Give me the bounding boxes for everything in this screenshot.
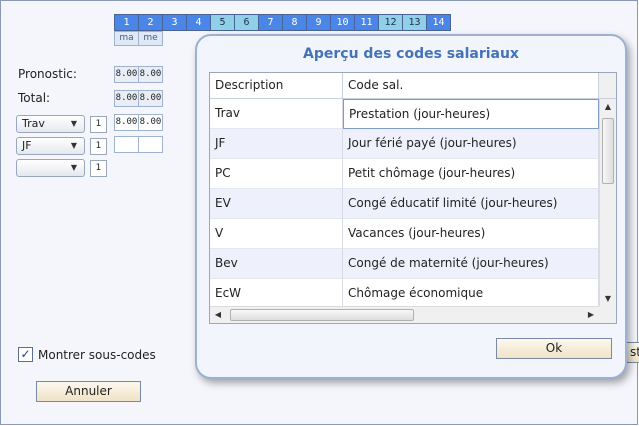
- code-cell: Congé éducatif limité (jour-heures): [343, 189, 599, 219]
- table-row[interactable]: Bev Congé de maternité (jour-heures): [210, 249, 599, 279]
- table-row[interactable]: EV Congé éducatif limité (jour-heures): [210, 189, 599, 219]
- show-subcodes-option[interactable]: ✓ Montrer sous-codes: [18, 347, 156, 362]
- total-value: 8.00: [114, 90, 139, 107]
- day-header-cell: 3: [162, 14, 187, 31]
- code-select-value: JF: [22, 139, 32, 152]
- description-cell: EcW: [210, 279, 343, 309]
- horizontal-scrollbar[interactable]: ◀ ▶: [210, 306, 599, 323]
- scroll-down-icon[interactable]: ▼: [600, 291, 616, 307]
- scroll-up-icon[interactable]: ▲: [600, 99, 616, 115]
- chevron-down-icon: ▼: [70, 141, 77, 150]
- day-header-cell: 7: [258, 14, 283, 31]
- header-corner: [599, 73, 616, 98]
- day-header-cell: 10: [330, 14, 355, 31]
- hours-cell[interactable]: [138, 136, 163, 153]
- show-subcodes-checkbox[interactable]: ✓: [18, 347, 33, 362]
- description-cell: PC: [210, 159, 343, 189]
- day-header-cell: 8: [282, 14, 307, 31]
- description-cell: Trav: [210, 99, 343, 129]
- hours-cell[interactable]: 8.00: [138, 114, 163, 131]
- code-cell: Congé de maternité (jour-heures): [343, 249, 599, 279]
- weekday-cell: me: [138, 31, 163, 46]
- weekday-row: ma me: [114, 31, 163, 46]
- show-subcodes-label: Montrer sous-codes: [38, 347, 156, 362]
- day-header-cell: 13: [402, 14, 427, 31]
- table-row[interactable]: V Vacances (jour-heures): [210, 219, 599, 249]
- hours-cell[interactable]: [114, 136, 139, 153]
- day-header-cell: 5: [210, 14, 235, 31]
- code-cell: Jour férié payé (jour-heures): [343, 129, 599, 159]
- column-header-code[interactable]: Code sal.: [343, 73, 599, 98]
- salary-codes-dialog: Aperçu des codes salariaux Description C…: [195, 34, 627, 379]
- day-header-cell: 12: [378, 14, 403, 31]
- day-header-cell: 2: [138, 14, 163, 31]
- description-cell: Bev: [210, 249, 343, 279]
- scroll-left-icon[interactable]: ◀: [210, 307, 226, 323]
- code-select-value: Trav: [22, 117, 45, 130]
- ok-button[interactable]: Ok: [496, 338, 612, 359]
- description-cell: EV: [210, 189, 343, 219]
- chevron-down-icon: ▼: [70, 163, 77, 172]
- pronostic-value: 8.00: [114, 66, 139, 83]
- day-header-cell: 11: [354, 14, 379, 31]
- weekday-cell: ma: [114, 31, 139, 46]
- table-row[interactable]: PC Petit chômage (jour-heures): [210, 159, 599, 189]
- total-value: 8.00: [138, 90, 163, 107]
- quantity-field[interactable]: 1: [90, 116, 107, 133]
- table-header: Description Code sal.: [210, 73, 616, 99]
- dialog-title: Aperçu des codes salariaux: [303, 46, 519, 62]
- description-cell: JF: [210, 129, 343, 159]
- table-row[interactable]: Trav Prestation (jour-heures): [210, 99, 599, 129]
- table-body: Trav Prestation (jour-heures) JF Jour férié…: [210, 99, 599, 309]
- cancel-button[interactable]: Annuler: [36, 381, 141, 402]
- code-select-jf[interactable]: JF ▼: [16, 137, 85, 155]
- day-header-cell: 9: [306, 14, 331, 31]
- column-header-description[interactable]: Description: [210, 73, 343, 98]
- day-header-cell: 6: [234, 14, 259, 31]
- scroll-corner: [599, 306, 616, 323]
- total-label: Total:: [18, 91, 51, 105]
- quantity-field[interactable]: 1: [90, 160, 107, 177]
- table-row[interactable]: EcW Chômage économique: [210, 279, 599, 309]
- day-header-row: 1 2 3 4 5 6 7 8 9 10 11 12 13 14: [114, 14, 451, 31]
- chevron-down-icon: ▼: [70, 119, 77, 128]
- salary-codes-table: Description Code sal. Trav Prestation (jo…: [209, 72, 617, 324]
- code-select-empty[interactable]: ▼: [16, 159, 85, 177]
- code-cell: Petit chômage (jour-heures): [343, 159, 599, 189]
- code-cell: Chômage économique: [343, 279, 599, 309]
- day-header-cell: 14: [426, 14, 451, 31]
- hours-cell[interactable]: 8.00: [114, 114, 139, 131]
- pronostic-value: 8.00: [138, 66, 163, 83]
- scroll-right-icon[interactable]: ▶: [583, 307, 599, 323]
- horizontal-scroll-thumb[interactable]: [230, 309, 414, 321]
- day-header-cell: 1: [114, 14, 139, 31]
- code-cell: Prestation (jour-heures): [343, 99, 599, 129]
- table-row[interactable]: JF Jour férié payé (jour-heures): [210, 129, 599, 159]
- quantity-field[interactable]: 1: [90, 138, 107, 155]
- vertical-scroll-thumb[interactable]: [602, 118, 614, 184]
- code-select-trav[interactable]: Trav ▼: [16, 115, 85, 133]
- code-cell: Vacances (jour-heures): [343, 219, 599, 249]
- day-header-cell: 4: [186, 14, 211, 31]
- description-cell: V: [210, 219, 343, 249]
- vertical-scrollbar[interactable]: ▲ ▼: [599, 99, 616, 307]
- pronostic-label: Pronostic:: [18, 67, 77, 81]
